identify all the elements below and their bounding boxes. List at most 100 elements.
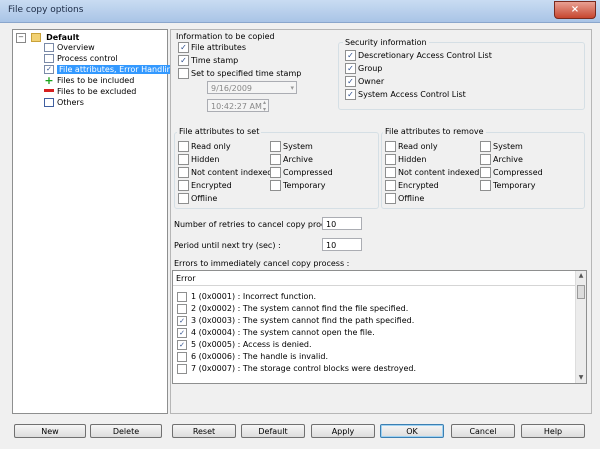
date-picker[interactable]: 9/16/2009 ▾ xyxy=(207,81,297,94)
error-row[interactable]: 4 (0x0004) : The system cannot open the … xyxy=(177,327,375,338)
remove-read-only-checkbox[interactable]: Read only xyxy=(385,141,438,152)
tree-item-files-excluded[interactable]: Files to be excluded xyxy=(44,86,136,97)
plus-icon: + xyxy=(44,74,54,87)
error-row[interactable]: 7 (0x0007) : The storage control blocks … xyxy=(177,363,416,374)
remove-compressed-checkbox[interactable]: Compressed xyxy=(480,167,543,178)
set-temporary-checkbox[interactable]: Temporary xyxy=(270,180,325,191)
new-button[interactable]: New xyxy=(14,424,86,438)
checkbox-box[interactable] xyxy=(480,167,491,178)
set-hidden-checkbox[interactable]: Hidden xyxy=(178,154,219,165)
period-label: Period until next try (sec) : xyxy=(174,241,281,250)
close-button[interactable]: × xyxy=(554,1,596,19)
remove-encrypted-checkbox[interactable]: Encrypted xyxy=(385,180,439,191)
error-text: 6 (0x0006) : The handle is invalid. xyxy=(191,352,328,361)
security-title: Security information xyxy=(343,38,429,47)
checkbox-box[interactable] xyxy=(178,193,189,204)
error-checkbox[interactable] xyxy=(177,303,187,314)
remove-offline-checkbox[interactable]: Offline xyxy=(385,193,424,204)
error-row[interactable]: 3 (0x0003) : The system cannot find the … xyxy=(177,315,414,326)
checkbox-box[interactable] xyxy=(345,50,356,61)
error-row[interactable]: 1 (0x0001) : Incorrect function. xyxy=(177,291,316,302)
error-checkbox[interactable] xyxy=(177,339,187,350)
checkbox-box[interactable] xyxy=(385,193,396,204)
error-checkbox[interactable] xyxy=(177,291,187,302)
date-value: 9/16/2009 xyxy=(211,84,253,93)
delete-button[interactable]: Delete xyxy=(90,424,162,438)
cancel-button[interactable]: Cancel xyxy=(451,424,515,438)
reset-button[interactable]: Reset xyxy=(172,424,236,438)
calendar-dropdown-icon[interactable]: ▾ xyxy=(290,82,294,95)
checkbox-box[interactable] xyxy=(270,141,281,152)
checkbox-box[interactable] xyxy=(480,141,491,152)
ok-button[interactable]: OK xyxy=(380,424,444,438)
set-time-stamp-checkbox[interactable]: Set to specified time stamp xyxy=(178,68,301,79)
tree-item-overview[interactable]: Overview xyxy=(44,42,95,53)
period-input[interactable]: 10 xyxy=(322,238,362,251)
help-button[interactable]: Help xyxy=(521,424,585,438)
apply-button[interactable]: Apply xyxy=(311,424,375,438)
checkbox-box[interactable] xyxy=(385,141,396,152)
checkbox-box[interactable] xyxy=(178,141,189,152)
set-not-content-indexed-checkbox[interactable]: Not content indexed xyxy=(178,167,272,178)
options-tree[interactable]: − Default Overview Process control ✓ File… xyxy=(12,29,179,414)
retries-input[interactable]: 10 xyxy=(322,217,362,230)
checkbox-box[interactable] xyxy=(480,180,491,191)
scroll-up-icon[interactable]: ▲ xyxy=(576,271,586,281)
checkbox-box[interactable] xyxy=(178,154,189,165)
checkbox-box[interactable] xyxy=(480,154,491,165)
time-spinner-icon[interactable]: ▴ ▾ xyxy=(263,99,266,113)
checkbox-box[interactable] xyxy=(385,167,396,178)
scroll-down-icon[interactable]: ▼ xyxy=(576,373,586,383)
set-read-only-checkbox[interactable]: Read only xyxy=(178,141,231,152)
set-encrypted-checkbox[interactable]: Encrypted xyxy=(178,180,232,191)
set-offline-checkbox[interactable]: Offline xyxy=(178,193,217,204)
checkbox-box[interactable] xyxy=(345,89,356,100)
owner-checkbox[interactable]: Owner xyxy=(345,76,384,87)
errors-list[interactable]: Error 1 (0x0001) : Incorrect function. 2… xyxy=(172,270,587,384)
error-checkbox[interactable] xyxy=(177,327,187,338)
set-archive-checkbox[interactable]: Archive xyxy=(270,154,313,165)
error-row[interactable]: 5 (0x0005) : Access is denied. xyxy=(177,339,312,350)
remove-archive-checkbox[interactable]: Archive xyxy=(480,154,523,165)
checkbox-box[interactable] xyxy=(345,76,356,87)
default-button[interactable]: Default xyxy=(241,424,305,438)
error-checkbox[interactable] xyxy=(177,363,187,374)
checkbox-box[interactable] xyxy=(270,154,281,165)
remove-not-content-indexed-checkbox[interactable]: Not content indexed xyxy=(385,167,479,178)
error-row[interactable]: 2 (0x0002) : The system cannot find the … xyxy=(177,303,408,314)
tree-item-file-attributes[interactable]: ✓ File attributes, Error Handling xyxy=(44,64,179,75)
set-compressed-checkbox[interactable]: Compressed xyxy=(270,167,333,178)
checkbox-box[interactable] xyxy=(385,180,396,191)
tree-item-others[interactable]: Others xyxy=(44,97,84,108)
group-checkbox[interactable]: Group xyxy=(345,63,382,74)
checkbox-box[interactable] xyxy=(178,55,189,66)
window-title: File copy options xyxy=(8,5,84,15)
set-system-checkbox[interactable]: System xyxy=(270,141,313,152)
remove-system-checkbox[interactable]: System xyxy=(480,141,523,152)
tree-item-files-included[interactable]: + Files to be included xyxy=(44,75,134,86)
checkbox-box[interactable] xyxy=(178,167,189,178)
error-text: 3 (0x0003) : The system cannot find the … xyxy=(191,316,415,325)
error-checkbox[interactable] xyxy=(177,315,187,326)
checkbox-box[interactable] xyxy=(345,63,356,74)
time-picker[interactable]: 10:42:27 AM ▴ ▾ xyxy=(207,99,269,113)
tree-item-process-control[interactable]: Process control xyxy=(44,53,118,64)
checkbox-box[interactable] xyxy=(178,180,189,191)
checkbox-box[interactable] xyxy=(385,154,396,165)
scroll-thumb[interactable] xyxy=(577,285,585,299)
sacl-checkbox[interactable]: System Access Control List xyxy=(345,89,466,100)
error-checkbox[interactable] xyxy=(177,351,187,362)
time-stamp-checkbox[interactable]: Time stamp xyxy=(178,55,238,66)
remove-hidden-checkbox[interactable]: Hidden xyxy=(385,154,426,165)
errors-scrollbar[interactable]: ▲ ▼ xyxy=(575,271,586,383)
collapse-icon[interactable]: − xyxy=(16,32,26,43)
error-row[interactable]: 6 (0x0006) : The handle is invalid. xyxy=(177,351,328,362)
checkbox-box[interactable] xyxy=(178,42,189,53)
dacl-checkbox[interactable]: Descretionary Access Control List xyxy=(345,50,492,61)
checkbox-box[interactable] xyxy=(270,167,281,178)
checkbox-box[interactable] xyxy=(270,180,281,191)
checkbox-box[interactable] xyxy=(178,68,189,79)
errors-column-header[interactable]: Error xyxy=(173,271,575,286)
remove-temporary-checkbox[interactable]: Temporary xyxy=(480,180,535,191)
file-attributes-checkbox[interactable]: File attributes xyxy=(178,42,246,53)
